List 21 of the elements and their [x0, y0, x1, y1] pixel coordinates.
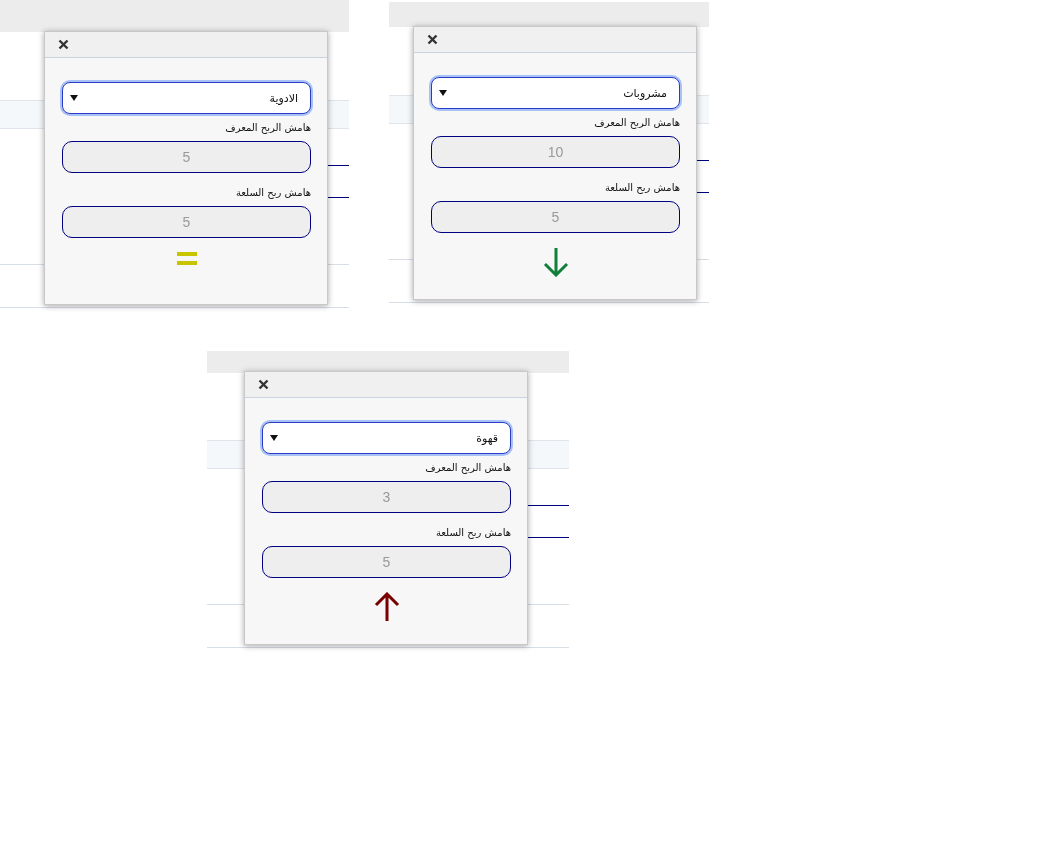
field-label: هامش الربح المعرف [424, 462, 511, 473]
defined-margin-field[interactable]: 5 [62, 141, 311, 173]
field-label: هامش ربح السلعة [234, 187, 311, 198]
category-dropdown[interactable]: قهوة [262, 422, 511, 454]
item-margin-field[interactable]: 5 [431, 201, 680, 233]
defined-margin-field[interactable]: 3 [262, 481, 511, 513]
item-margin-field[interactable]: 5 [62, 206, 311, 238]
field-label: هامش ربح السلعة [434, 527, 511, 538]
equals-icon [176, 252, 197, 266]
item-margin-field[interactable]: 5 [262, 546, 511, 578]
close-icon[interactable] [258, 379, 269, 390]
defined-margin-field[interactable]: 10 [431, 136, 680, 168]
close-icon[interactable] [427, 34, 438, 45]
field-label: هامش الربح المعرف [593, 117, 680, 128]
category-dropdown[interactable]: الادوية [62, 82, 311, 114]
category-dropdown[interactable]: مشروبات [431, 77, 680, 109]
field-label: هامش الربح المعرف [224, 122, 311, 133]
close-icon[interactable] [58, 39, 69, 50]
arrow-up-icon [373, 592, 400, 622]
field-label: هامش ربح السلعة [603, 182, 680, 193]
arrow-down-icon [542, 247, 569, 277]
